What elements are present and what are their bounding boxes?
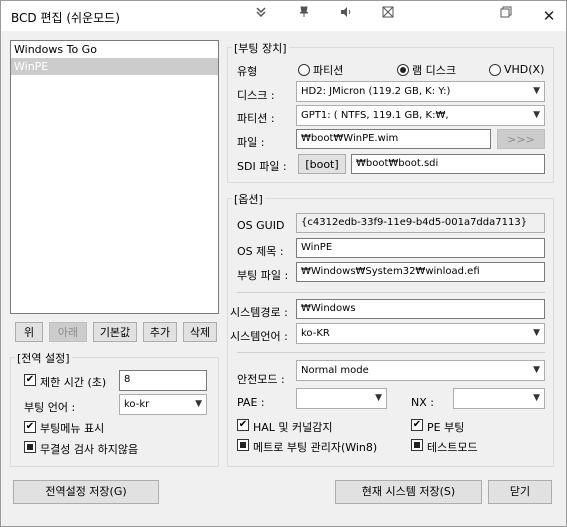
type-ramdisk-radio[interactable] — [397, 64, 409, 76]
add-entry-button[interactable]: 추가 — [143, 322, 177, 342]
timeout-checkbox[interactable]: ✔ — [24, 374, 36, 386]
show-boot-menu-checkbox[interactable]: ✔ — [24, 421, 36, 433]
os-guid-label: OS GUID — [237, 219, 285, 232]
os-title-input[interactable]: WinPE — [296, 238, 545, 258]
boot-language-select[interactable]: ko-kr ▼ — [119, 394, 207, 415]
disk-label: 디스크 : — [237, 89, 275, 102]
chevron-down-icon: ▼ — [375, 393, 382, 403]
chevron-down-icon: ▼ — [533, 86, 540, 96]
pae-label: PAE : — [237, 396, 265, 409]
safe-mode-label: 안전모드 : — [237, 373, 285, 386]
type-vhd-radio[interactable] — [489, 64, 501, 76]
chevron-down-icon: ▼ — [533, 110, 540, 120]
system-root-input[interactable]: ₩Windows — [296, 299, 545, 319]
partition-value: GPT1: ( NTFS, 119.1 GB, K:₩, — [301, 110, 449, 121]
chevron-down-icon: ▼ — [195, 399, 202, 409]
close-icon[interactable]: ✕ — [540, 7, 558, 25]
list-item[interactable]: Windows To Go — [11, 41, 218, 58]
type-label: 유형 — [237, 65, 258, 78]
file-label: 파일 : — [237, 136, 265, 149]
no-integrity-check-checkbox[interactable] — [24, 441, 36, 453]
delete-entry-button[interactable]: 삭제 — [183, 322, 217, 342]
hal-detect-label: HAL 및 커널감지 — [253, 421, 333, 434]
options-title: [옵션] — [232, 191, 265, 207]
system-language-label: 시스템언어 : — [230, 330, 288, 343]
screen-icon[interactable] — [379, 6, 397, 24]
boot-file-label: 부팅 파일 : — [237, 269, 289, 282]
divider — [237, 292, 545, 293]
system-language-value: ko-KR — [301, 328, 330, 339]
sdi-file-input[interactable]: ₩boot₩boot.sdi — [351, 154, 545, 174]
nx-select[interactable]: ▼ — [453, 388, 545, 409]
partition-label: 파티션 : — [237, 112, 275, 125]
type-ramdisk-label: 램 디스크 — [412, 64, 456, 77]
boot-device-title: [부팅 장치] — [232, 40, 289, 56]
sdi-boot-button[interactable]: [boot] — [298, 154, 346, 174]
show-boot-menu-label: 부팅메뉴 표시 — [40, 422, 105, 435]
pae-select[interactable]: ▼ — [296, 388, 387, 409]
type-vhd-label: VHD(X) — [504, 63, 545, 76]
safe-mode-value: Normal mode — [301, 365, 369, 376]
divider — [237, 352, 545, 353]
save-global-settings-button[interactable]: 전역설정 저장(G) — [13, 480, 159, 504]
close-button[interactable]: 닫기 — [488, 480, 552, 504]
metro-boot-manager-label: 메트로 부팅 관리자(Win8) — [253, 441, 378, 454]
speaker-icon[interactable] — [337, 6, 355, 24]
disk-value: HD2: JMicron (119.2 GB, K: Y:) — [301, 86, 451, 97]
title-bar: BCD 편집 (쉬운모드) ✕ — [1, 1, 566, 31]
boot-language-label: 부팅 언어 : — [24, 401, 76, 414]
bcd-edit-window: BCD 편집 (쉬운모드) ✕ Windows To Go WinPE 위 아래… — [0, 0, 567, 527]
disk-select[interactable]: HD2: JMicron (119.2 GB, K: Y:) ▼ — [296, 81, 545, 102]
test-mode-checkbox[interactable] — [411, 439, 423, 451]
move-down-button[interactable]: 아래 — [49, 322, 87, 342]
move-up-button[interactable]: 위 — [15, 322, 43, 342]
test-mode-label: 테스트모드 — [427, 441, 478, 454]
boot-file-input[interactable]: ₩Windows₩System32₩winload.efi — [296, 262, 545, 282]
boot-language-value: ko-kr — [124, 399, 150, 410]
system-language-select[interactable]: ko-KR ▼ — [296, 323, 545, 344]
hal-detect-checkbox[interactable]: ✔ — [237, 419, 249, 431]
os-title-label: OS 제목 : — [237, 245, 284, 258]
restore-icon[interactable] — [497, 6, 515, 24]
sdi-file-label: SDI 파일 : — [237, 160, 287, 173]
pe-boot-checkbox[interactable]: ✔ — [411, 419, 423, 431]
safe-mode-select[interactable]: Normal mode ▼ — [296, 360, 545, 381]
type-partition-label: 파티션 — [313, 64, 344, 77]
chevron-down-icon: ▼ — [533, 328, 540, 338]
file-input[interactable]: ₩boot₩WinPE.wim — [296, 129, 491, 149]
chevron-down-icon: ▼ — [533, 393, 540, 403]
save-current-system-button[interactable]: 현재 시스템 저장(S) — [335, 480, 482, 504]
browse-file-button[interactable]: >>> — [497, 129, 545, 149]
type-partition-radio[interactable] — [298, 64, 310, 76]
boot-entry-list[interactable]: Windows To Go WinPE — [10, 40, 219, 314]
no-integrity-check-label: 무결성 검사 하지않음 — [40, 443, 139, 456]
pin-icon[interactable] — [295, 6, 313, 24]
timeout-label: 제한 시간 (초) — [40, 376, 107, 389]
list-item[interactable]: WinPE — [11, 58, 218, 75]
partition-select[interactable]: GPT1: ( NTFS, 119.1 GB, K:₩, ▼ — [296, 105, 545, 126]
system-root-label: 시스템경로 : — [230, 306, 288, 319]
set-default-button[interactable]: 기본값 — [93, 322, 137, 342]
pe-boot-label: PE 부팅 — [427, 421, 465, 434]
global-settings-title: [전역 설정] — [15, 350, 72, 366]
chevron-down-icon: ▼ — [533, 365, 540, 375]
nx-label: NX : — [411, 396, 434, 409]
metro-boot-manager-checkbox[interactable] — [237, 439, 249, 451]
window-title: BCD 편집 (쉬운모드) — [11, 11, 120, 25]
os-guid-value: {c4312edb-33f9-11e9-b4d5-001a7dda7113} — [296, 213, 545, 233]
timeout-input[interactable]: 8 — [119, 370, 207, 391]
double-down-icon[interactable] — [252, 6, 270, 24]
